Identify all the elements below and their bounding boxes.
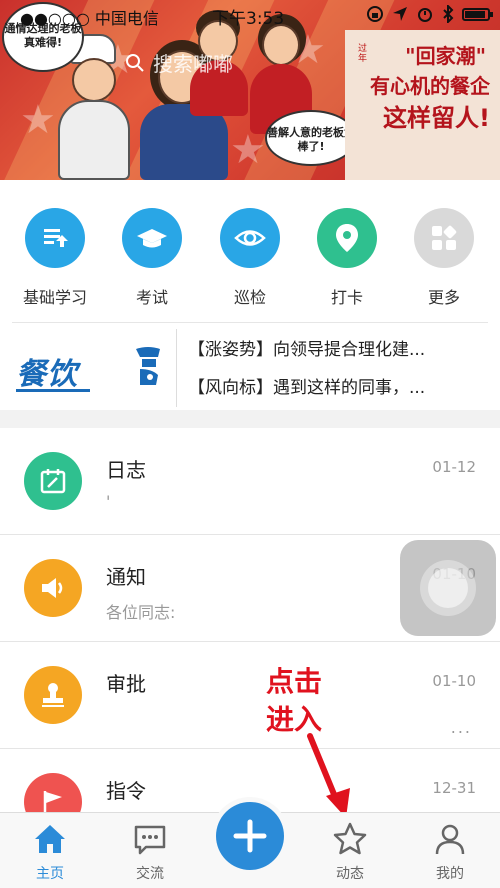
- quick-actions: 基础学习 考试 巡检 打卡 更多 餐饮 【涨姿势】向领导提合理化建... 【风向…: [0, 180, 500, 410]
- quick-action-label: 考试: [135, 288, 168, 307]
- stamp-icon: [24, 666, 82, 724]
- list-item-log[interactable]: 日志 ' 01-12: [0, 428, 500, 535]
- promo-year: 过年: [358, 44, 368, 64]
- more-indicator: ...: [450, 718, 472, 737]
- quick-action-more[interactable]: 更多: [399, 208, 489, 308]
- tab-home[interactable]: 主页: [10, 821, 90, 883]
- book-upload-icon: [25, 208, 85, 268]
- star-decoration-icon: ★: [20, 97, 56, 143]
- assistive-touch-button[interactable]: [400, 540, 496, 636]
- quick-action-checkin[interactable]: 打卡: [302, 208, 392, 308]
- list-item-title: 审批: [106, 672, 146, 696]
- quick-action-label: 更多: [427, 288, 460, 307]
- promo-headline: 这样留人!: [383, 104, 490, 132]
- tab-chat[interactable]: 交流: [110, 821, 190, 883]
- search-placeholder: 搜索嘟嘟: [153, 52, 233, 76]
- search-icon: [126, 53, 144, 72]
- clock: 下午3:53: [212, 9, 285, 29]
- red-arrow-icon: [307, 733, 350, 818]
- news-ticker[interactable]: 餐饮 【涨姿势】向领导提合理化建... 【风向标】遇到这样的同事，...: [12, 322, 488, 407]
- alarm-icon: [418, 8, 432, 22]
- list-item-date: 01-10: [432, 672, 476, 690]
- location-pin-icon: [317, 208, 377, 268]
- graduation-cap-icon: [122, 208, 182, 268]
- speech-bubble: 善解人意的老板太棒了!: [265, 110, 357, 166]
- rotation-lock-icon: [367, 6, 383, 22]
- star-decoration-icon: ★: [230, 127, 266, 173]
- speaker-icon: [24, 559, 82, 617]
- list-item-approval[interactable]: 审批 01-10 ...: [0, 642, 500, 749]
- list-item-subtitle: ': [106, 492, 111, 511]
- quick-action-patrol[interactable]: 巡检: [205, 208, 295, 308]
- quick-action-label: 巡检: [233, 288, 266, 307]
- list-item-title: 指令: [106, 779, 146, 803]
- brand-mark-icon: [136, 347, 160, 385]
- tab-label: 交流: [136, 866, 164, 882]
- tab-activity[interactable]: 动态: [310, 821, 390, 883]
- list-item-title: 日志: [106, 458, 146, 482]
- eye-icon: [220, 208, 280, 268]
- tab-label: 主页: [36, 866, 64, 882]
- tab-label: 我的: [436, 866, 464, 882]
- carrier-label: ●●○○○ 中国电信: [20, 9, 159, 28]
- status-bar: ●●○○○ 中国电信 下午3:53: [0, 0, 500, 30]
- list-item-subtitle: 各位同志:: [106, 603, 176, 622]
- quick-action-study[interactable]: 基础学习: [10, 208, 100, 308]
- list-item-date: 01-12: [432, 458, 476, 476]
- annotation-text: 点击: [266, 665, 323, 698]
- quick-action-exam[interactable]: 考试: [107, 208, 197, 308]
- news-item[interactable]: 【涨姿势】向领导提合理化建...: [188, 335, 425, 360]
- location-arrow-icon: [393, 7, 407, 21]
- promo-headline: 有心机的餐企: [370, 74, 490, 98]
- tab-label: 动态: [336, 866, 364, 882]
- list-item-date: 12-31: [432, 779, 476, 797]
- flag-icon: [24, 773, 82, 812]
- home-icon: [35, 825, 65, 853]
- add-button[interactable]: [216, 802, 284, 870]
- chat-bubble-icon: [134, 825, 166, 855]
- star-icon: [333, 822, 367, 855]
- quick-action-label: 基础学习: [22, 288, 87, 307]
- search-bar[interactable]: 搜索嘟嘟: [125, 48, 233, 77]
- calendar-edit-icon: [24, 452, 82, 510]
- list-item-title: 通知: [106, 565, 146, 589]
- news-item[interactable]: 【风向标】遇到这样的同事，...: [188, 373, 425, 398]
- bluetooth-icon: [443, 5, 454, 23]
- plus-icon: [233, 819, 267, 853]
- tab-profile[interactable]: 我的: [410, 821, 490, 883]
- quick-action-label: 打卡: [330, 288, 363, 307]
- news-logo: 餐饮: [16, 357, 78, 392]
- battery-icon: [462, 7, 493, 21]
- grid-icon: [414, 208, 474, 268]
- promo-headline: "回家潮": [405, 44, 486, 68]
- person-icon: [435, 824, 465, 855]
